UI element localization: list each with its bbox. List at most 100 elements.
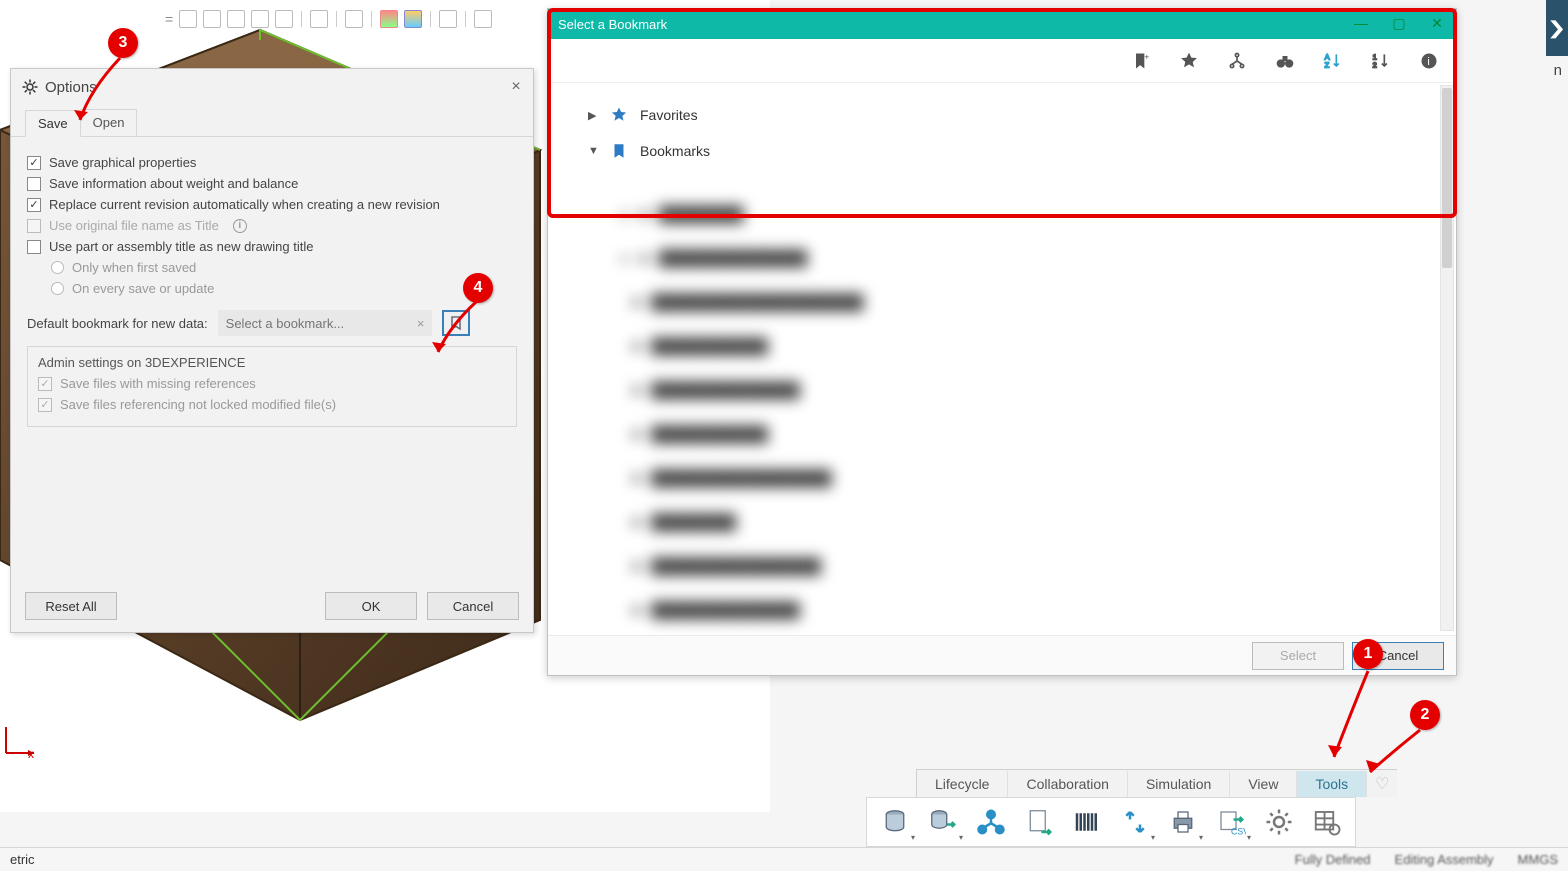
sort-za-icon[interactable]: 12 (1370, 50, 1392, 72)
svg-text:+: + (1144, 51, 1149, 61)
checkbox-part-title[interactable] (27, 240, 41, 254)
triad-icon[interactable] (474, 10, 492, 28)
radio-every-save[interactable] (51, 282, 64, 295)
export-db-icon[interactable]: ▾ (925, 804, 961, 840)
display-style-icon[interactable] (275, 10, 293, 28)
table-settings-icon[interactable] (1309, 804, 1345, 840)
bookmark-clear-icon[interactable]: × (410, 316, 432, 331)
star-blue-icon (610, 106, 628, 124)
admin-legend: Admin settings on 3DEXPERIENCE (38, 355, 506, 370)
label-missing-refs: Save files with missing references (60, 376, 256, 391)
tab-view[interactable]: View (1230, 771, 1297, 797)
bookmark-footer: Select Cancel (548, 635, 1456, 675)
section-icon[interactable] (251, 10, 269, 28)
status-view: etric (10, 852, 35, 867)
svg-text:CSV: CSV (1231, 827, 1246, 837)
binoculars-icon[interactable] (1274, 50, 1296, 72)
open-doc-icon[interactable] (1021, 804, 1057, 840)
info-icon[interactable]: i (233, 219, 247, 233)
tab-collaboration[interactable]: Collaboration (1008, 771, 1128, 797)
heart-icon[interactable]: ♡ (1367, 770, 1397, 798)
export-csv-icon[interactable]: CSV▾ (1213, 804, 1249, 840)
close-icon[interactable]: × (509, 80, 523, 94)
label-weight: Save information about weight and balanc… (49, 176, 298, 191)
bookmark-input[interactable] (218, 316, 410, 331)
minimize-icon[interactable]: ― (1352, 15, 1370, 33)
zoom-icon[interactable] (179, 10, 197, 28)
bookmark-titlebar[interactable]: Select a Bookmark ― ▢ ✕ (548, 9, 1456, 39)
chevron-right-icon: ❯ (1547, 18, 1567, 39)
status-bar: etric Fully Defined Editing Assembly MMG… (0, 847, 1568, 871)
admin-settings-group: Admin settings on 3DEXPERIENCE Save file… (27, 346, 517, 427)
label-only-first: Only when first saved (72, 260, 196, 275)
hide-icon[interactable] (345, 10, 363, 28)
tab-open[interactable]: Open (80, 109, 138, 136)
tab-save[interactable]: Save (25, 110, 81, 137)
ribbon-tabs: Lifecycle Collaboration Simulation View … (916, 769, 1397, 797)
label-orig-title: Use original file name as Title (49, 218, 219, 233)
tab-lifecycle[interactable]: Lifecycle (917, 771, 1008, 797)
database-icon[interactable]: ▾ (877, 804, 913, 840)
axis-indicator: x (0, 719, 40, 762)
tab-simulation[interactable]: Simulation (1128, 771, 1230, 797)
label-part-title: Use part or assembly title as new drawin… (49, 239, 313, 254)
bookmark-title: Select a Bookmark (558, 17, 667, 32)
tree-favorites[interactable]: ▶ Favorites (588, 97, 1416, 133)
rotate-icon[interactable] (227, 10, 245, 28)
render-icon[interactable] (439, 10, 457, 28)
checkbox-graphical[interactable] (27, 156, 41, 170)
cancel-button[interactable]: Cancel (427, 592, 519, 620)
svg-text:i: i (1427, 56, 1429, 68)
reset-all-button[interactable]: Reset All (25, 592, 117, 620)
options-tabs: Save Open (11, 105, 533, 137)
maximize-icon[interactable]: ▢ (1390, 15, 1408, 33)
checkbox-replace-rev[interactable] (27, 198, 41, 212)
callout-3: 3 (108, 28, 138, 58)
update-icon[interactable]: ▾ (1117, 804, 1153, 840)
tree-bookmarks[interactable]: ▼ Bookmarks (588, 133, 1416, 169)
bookmark-window: Select a Bookmark ― ▢ ✕ + AZ 12 i ▶ Favo… (547, 8, 1457, 676)
bookmark-field: × (218, 310, 432, 336)
tree-icon[interactable] (1226, 50, 1248, 72)
checkbox-weight[interactable] (27, 177, 41, 191)
ok-button[interactable]: OK (325, 592, 417, 620)
barcode-icon[interactable] (1069, 804, 1105, 840)
bookmark-icon (448, 315, 464, 331)
status-defined: Fully Defined (1295, 852, 1371, 867)
checkbox-missing-refs (38, 377, 52, 391)
bookmark-browse-button[interactable] (442, 310, 470, 336)
options-titlebar: Options × (11, 69, 533, 105)
bookmark-add-icon[interactable]: + (1130, 50, 1152, 72)
callout-2: 2 (1410, 700, 1440, 730)
favorites-label: Favorites (640, 107, 698, 123)
radio-only-first[interactable] (51, 261, 64, 274)
options-gear-icon[interactable] (1261, 804, 1297, 840)
label-every-save: On every save or update (72, 281, 214, 296)
relations-icon[interactable] (973, 804, 1009, 840)
checkbox-locked-mod (38, 398, 52, 412)
scrollbar-thumb[interactable] (1442, 88, 1452, 268)
sort-az-icon[interactable]: AZ (1322, 50, 1344, 72)
bookmarks-label: Bookmarks (640, 143, 710, 159)
svg-text:2: 2 (1373, 60, 1377, 69)
box-icon[interactable] (310, 10, 328, 28)
select-button[interactable]: Select (1252, 642, 1344, 670)
label-replace-rev: Replace current revision automatically w… (49, 197, 440, 212)
ribbon-tools: ▾ ▾ ▾ ▾ CSV▾ (866, 797, 1356, 847)
close-window-icon[interactable]: ✕ (1428, 15, 1446, 33)
appearance-icon[interactable] (380, 10, 398, 28)
print-icon[interactable]: ▾ (1165, 804, 1201, 840)
tab-tools[interactable]: Tools (1297, 771, 1367, 797)
callout-1: 1 (1353, 639, 1383, 669)
scene-icon[interactable] (404, 10, 422, 28)
scrollbar[interactable] (1440, 85, 1454, 631)
bookmark-body: ▶ Favorites ▼ Bookmarks ▸■████████ ▸■███… (548, 83, 1456, 635)
info-icon[interactable]: i (1418, 50, 1440, 72)
star-icon[interactable] (1178, 50, 1200, 72)
zoom-fit-icon[interactable] (203, 10, 221, 28)
right-edge-expand[interactable]: ❯ (1546, 0, 1568, 56)
options-dialog: Options × Save Open Save graphical prope… (10, 68, 534, 633)
label-locked-mod: Save files referencing not locked modifi… (60, 397, 336, 412)
quick-toolbar: = (165, 8, 492, 30)
equals-icon: = (165, 11, 173, 27)
